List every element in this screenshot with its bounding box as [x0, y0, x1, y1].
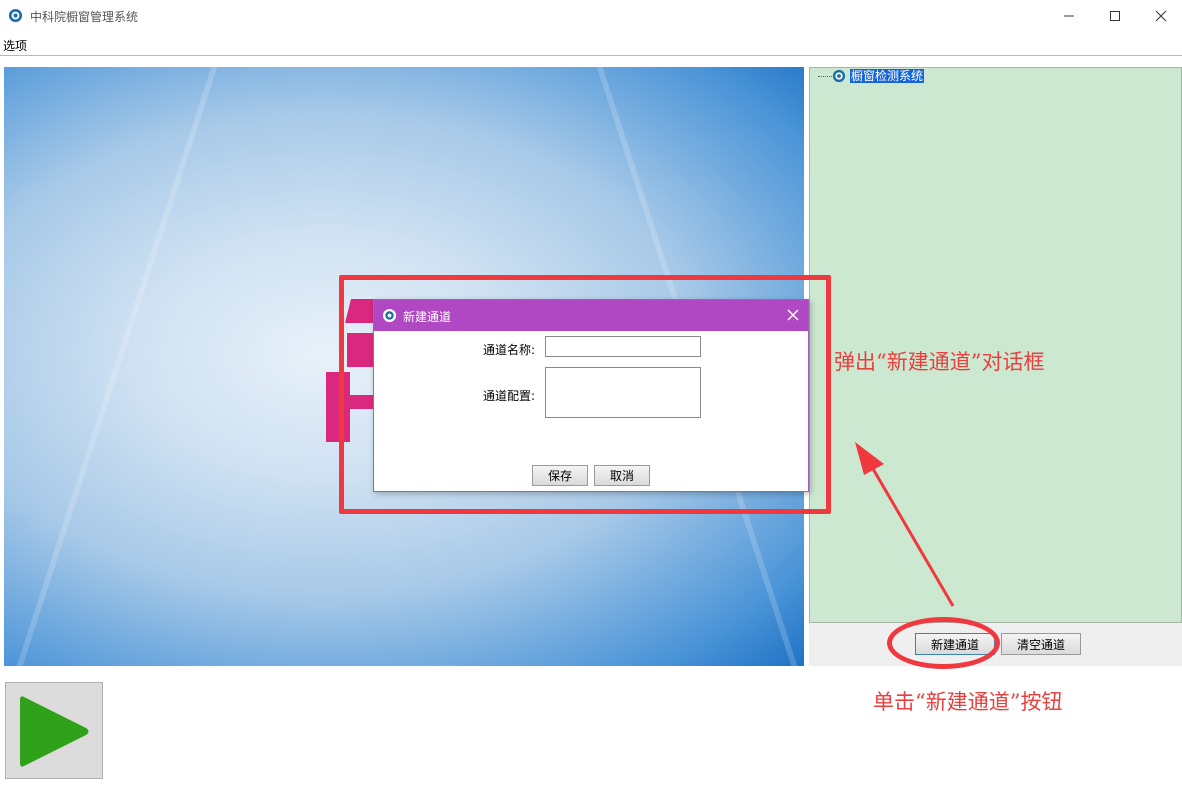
- clear-channels-button[interactable]: 清空通道: [1001, 633, 1081, 655]
- button-highlight-ellipse: [887, 617, 1000, 669]
- play-icon: [20, 696, 89, 767]
- tree-root-node[interactable]: 橱窗检测系统: [850, 69, 925, 83]
- maximize-icon: [1110, 11, 1120, 21]
- menu-options[interactable]: 选项: [3, 37, 27, 54]
- window-title: 中科院橱窗管理系统: [30, 10, 139, 24]
- play-button[interactable]: [5, 682, 103, 779]
- minimize-button[interactable]: [1046, 0, 1092, 32]
- close-button[interactable]: [1138, 0, 1182, 32]
- click-annotation: 单击“新建通道”按钮: [873, 690, 1063, 714]
- dialog-highlight-box: [339, 275, 831, 514]
- menu-bar: 选项: [0, 32, 1182, 56]
- tree-node-icon: [832, 69, 846, 83]
- close-icon: [1155, 10, 1167, 22]
- minimize-icon: [1064, 15, 1074, 17]
- app-logo-icon: [8, 8, 23, 23]
- scene-light-ray: [16, 67, 218, 666]
- maximize-button[interactable]: [1092, 0, 1138, 32]
- popup-annotation: 弹出“新建通道”对话框: [834, 350, 1045, 374]
- title-bar: 中科院橱窗管理系统: [0, 0, 1182, 32]
- annotation-arrow: [855, 442, 955, 607]
